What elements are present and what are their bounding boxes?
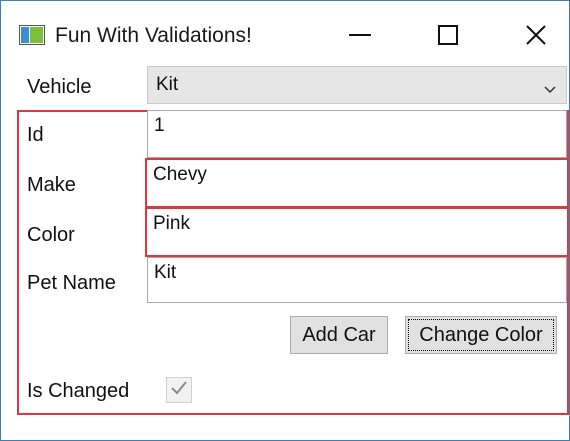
color-label: Color [27,224,75,246]
title-bar: Fun With Validations! [1,1,569,61]
app-icon [19,25,45,45]
close-button[interactable] [507,15,565,55]
minimize-button[interactable] [331,15,389,55]
pet-name-label: Pet Name [27,272,116,294]
id-field-value: 1 [154,115,165,136]
close-icon [526,25,546,45]
id-label: Id [27,124,44,146]
chevron-down-icon [544,81,556,99]
is-changed-label: Is Changed [27,380,130,402]
maximize-button[interactable] [419,15,477,55]
color-field[interactable]: Pink [145,207,569,257]
vehicle-select[interactable]: Kit [147,66,567,104]
maximize-icon [438,25,458,45]
pet-name-field-value: Kit [154,262,177,283]
is-changed-checkbox[interactable] [166,377,192,403]
vehicle-label: Vehicle [27,76,92,98]
vehicle-select-value: Kit [156,74,179,95]
id-field[interactable]: 1 [147,110,567,158]
change-color-button[interactable]: Change Color [405,316,557,354]
pet-name-field[interactable]: Kit [147,257,567,303]
window-title: Fun With Validations! [55,24,252,47]
make-field-value: Chevy [153,164,207,185]
color-field-value: Pink [153,213,190,234]
app-window: Fun With Validations! Vehicle Kit Id 1 M… [0,0,570,441]
minimize-icon [349,33,371,37]
check-icon [170,380,188,401]
make-field[interactable]: Chevy [145,158,569,208]
make-label: Make [27,174,76,196]
add-car-button[interactable]: Add Car [290,316,388,354]
